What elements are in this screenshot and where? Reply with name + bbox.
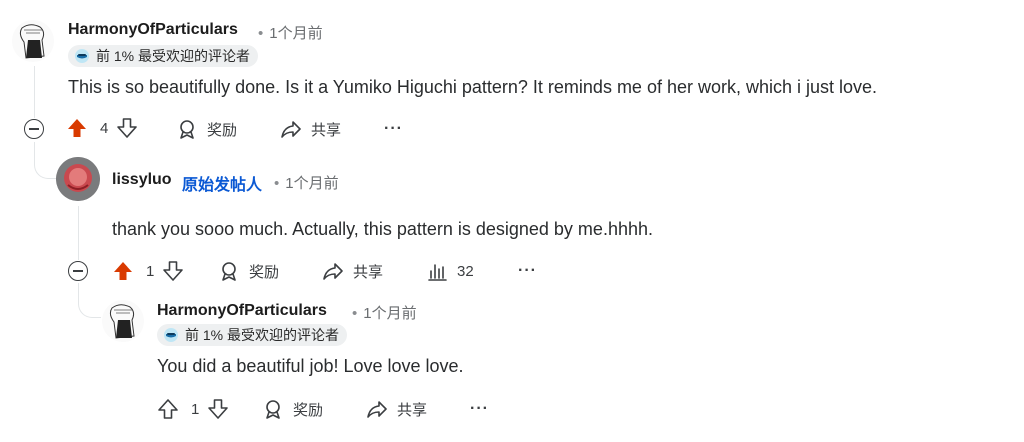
thread-curve-1 <box>34 142 57 179</box>
more-options-button[interactable]: ··· <box>384 120 403 138</box>
award-label: 奖励 <box>207 121 238 139</box>
award-button[interactable]: 奖励 <box>262 398 323 420</box>
downvote-icon[interactable] <box>162 260 184 282</box>
badge-label: 前 1% 最受欢迎的评论者 <box>96 48 251 64</box>
upvote-icon[interactable] <box>157 398 179 420</box>
badge-icon <box>75 49 89 63</box>
top-commenter-badge: 前 1% 最受欢迎的评论者 <box>157 324 348 346</box>
comment-time: • 1个月前 <box>274 175 339 192</box>
badge-label: 前 1% 最受欢迎的评论者 <box>185 327 340 343</box>
award-icon <box>266 400 280 419</box>
upvote-icon[interactable] <box>66 117 88 139</box>
share-button[interactable]: 共享 <box>280 118 341 140</box>
share-label: 共享 <box>311 121 342 139</box>
vote-controls: 4 <box>66 117 138 139</box>
more-options-button[interactable]: ··· <box>470 400 489 418</box>
insights-count: 32 <box>457 262 474 280</box>
avatar[interactable] <box>102 300 144 342</box>
vote-score: 1 <box>146 262 155 280</box>
avatar[interactable] <box>12 20 54 62</box>
share-icon <box>367 401 387 418</box>
comment-author[interactable]: lissyluo <box>112 171 172 189</box>
comment-time: • 1个月前 <box>258 25 323 42</box>
share-button[interactable]: 共享 <box>366 398 427 420</box>
vote-controls: 1 <box>112 260 184 282</box>
thread-line-1 <box>34 66 35 118</box>
downvote-icon[interactable] <box>116 117 138 139</box>
award-icon <box>180 120 194 139</box>
award-icon <box>222 262 236 281</box>
award-label: 奖励 <box>249 263 280 281</box>
award-button[interactable]: 奖励 <box>218 260 279 282</box>
vote-controls: 1 <box>157 398 229 420</box>
thread-curve-2 <box>78 283 101 318</box>
insights-button[interactable]: 32 <box>426 260 474 282</box>
thread-line-2 <box>78 206 79 260</box>
collapse-thread-button[interactable] <box>68 261 88 281</box>
share-icon <box>323 263 343 280</box>
downvote-icon[interactable] <box>207 398 229 420</box>
upvote-icon[interactable] <box>112 260 134 282</box>
vote-score: 4 <box>100 119 109 137</box>
comment-body: thank you sooo much. Actually, this patt… <box>112 219 653 239</box>
comment-author[interactable]: HarmonyOfParticulars <box>157 302 327 320</box>
badge-icon <box>164 328 178 342</box>
comment-body: You did a beautiful job! Love love love. <box>157 356 464 376</box>
op-tag: 原始发帖人 <box>182 177 263 194</box>
share-label: 共享 <box>397 401 428 419</box>
comment-author[interactable]: HarmonyOfParticulars <box>68 21 238 39</box>
comment-time: • 1个月前 <box>352 305 417 322</box>
comment-body: This is so beautifully done. Is it a Yum… <box>68 77 878 97</box>
share-icon <box>281 121 301 138</box>
more-options-button[interactable]: ··· <box>518 262 537 280</box>
avatar[interactable] <box>56 157 100 201</box>
award-label: 奖励 <box>293 401 324 419</box>
share-label: 共享 <box>353 263 384 281</box>
collapse-thread-button[interactable] <box>24 119 44 139</box>
award-button[interactable]: 奖励 <box>176 118 237 140</box>
share-button[interactable]: 共享 <box>322 260 383 282</box>
insights-icon <box>428 264 447 281</box>
top-commenter-badge: 前 1% 最受欢迎的评论者 <box>68 45 259 67</box>
vote-score: 1 <box>191 400 200 418</box>
